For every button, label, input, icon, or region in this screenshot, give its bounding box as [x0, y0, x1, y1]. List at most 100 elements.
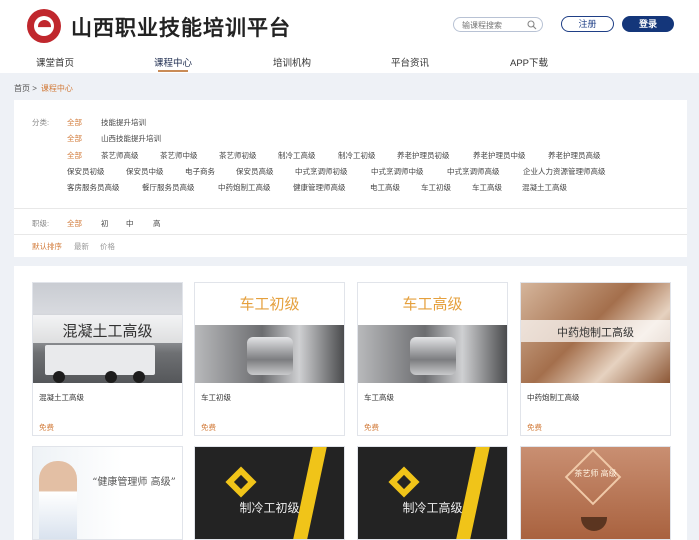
course-card[interactable]: 混凝土工高级 混凝土工高级 免费: [32, 282, 183, 436]
filter-panel: 分类: 全部 技能提升培训 全部 山西技能提升培训 全部 茶艺师高级 茶艺师中级…: [14, 100, 687, 257]
sort-newest[interactable]: 最新: [74, 241, 89, 252]
filter-option[interactable]: 茶艺师高级: [101, 150, 139, 161]
level-option[interactable]: 高: [153, 218, 161, 229]
nav-training-institutions[interactable]: 培训机构: [252, 55, 332, 69]
wheel-shape: [53, 371, 65, 383]
course-price: 免费: [39, 423, 54, 432]
doctor-image: [39, 461, 77, 539]
filter-option[interactable]: 中式烹调师高级: [447, 166, 500, 177]
filter-option[interactable]: 车工初级: [421, 182, 451, 193]
search-box[interactable]: [453, 17, 543, 32]
filter-option[interactable]: 企业人力资源管理师高级: [523, 166, 606, 177]
filter-option[interactable]: 全部: [67, 133, 82, 144]
nav-home[interactable]: 课堂首页: [15, 55, 95, 69]
filter-option[interactable]: 养老护理员高级: [548, 150, 601, 161]
decor-stripe: [456, 447, 490, 539]
filter-option[interactable]: 保安员初级: [67, 166, 105, 177]
filter-divider: [14, 234, 687, 235]
course-price: 免费: [527, 423, 542, 432]
filter-option[interactable]: 技能提升培训: [101, 117, 146, 128]
course-thumbnail[interactable]: 车工初级: [195, 283, 344, 383]
filter-option[interactable]: 茶艺师初级: [219, 150, 257, 161]
breadcrumb-current: 课程中心: [40, 84, 73, 93]
warning-diamond-icon: [225, 466, 257, 498]
filter-option[interactable]: 保安员高级: [236, 166, 274, 177]
breadcrumb: 首页 > 课程中心: [14, 83, 73, 94]
register-button[interactable]: 注册: [561, 16, 614, 32]
course-grid: 混凝土工高级 混凝土工高级 免费 车工初级 车工初级 免费 车工高级 车工高级 …: [14, 266, 687, 540]
filter-option[interactable]: 健康管理师高级: [293, 182, 346, 193]
filter-option[interactable]: 中式烹调师初级: [295, 166, 348, 177]
thumb-text: 混凝土工高级: [62, 323, 153, 340]
filter-option[interactable]: 保安员中级: [126, 166, 164, 177]
course-thumbnail[interactable]: 车工高级: [358, 283, 507, 383]
sort-default[interactable]: 默认排序: [32, 241, 62, 252]
nav-active-indicator: [158, 70, 188, 72]
category-label: 分类:: [32, 118, 50, 127]
thumb-text: 车工初级: [239, 296, 300, 313]
course-card[interactable]: 车工初级 车工初级 免费: [194, 282, 345, 436]
course-title[interactable]: 中药炮制工高级: [527, 392, 580, 403]
sort-price[interactable]: 价格: [100, 241, 115, 252]
course-price: 免费: [201, 423, 216, 432]
thumb-text: “健康管理师 高级”: [92, 477, 176, 488]
filter-option[interactable]: 制冷工初级: [338, 150, 376, 161]
site-title[interactable]: 山西职业技能培训平台: [71, 12, 291, 42]
level-option[interactable]: 中: [126, 218, 134, 229]
filter-option[interactable]: 山西技能提升培训: [101, 133, 161, 144]
filter-option[interactable]: 养老护理员中级: [473, 150, 526, 161]
wheel-shape: [105, 371, 117, 383]
site-logo[interactable]: [27, 9, 61, 43]
filter-option[interactable]: 车工高级: [472, 182, 502, 193]
level-option[interactable]: 初: [101, 218, 109, 229]
main-nav: 课堂首页 课程中心 培训机构 平台资讯 APP下载: [0, 55, 699, 73]
course-thumbnail[interactable]: 混凝土工高级: [33, 283, 182, 383]
thumb-text: 车工高级: [402, 296, 463, 313]
course-card[interactable]: 中药炮制工高级 中药炮制工高级 免费: [520, 282, 671, 436]
filter-option[interactable]: 电子商务: [185, 166, 215, 177]
course-thumbnail[interactable]: 制冷工初级: [195, 447, 344, 539]
course-title[interactable]: 混凝土工高级: [39, 392, 84, 403]
nav-course-center[interactable]: 课程中心: [133, 55, 213, 69]
filter-option[interactable]: 客房服务员高级: [67, 182, 120, 193]
course-thumbnail[interactable]: 中药炮制工高级: [521, 283, 670, 383]
level-option[interactable]: 全部: [67, 218, 82, 229]
course-card[interactable]: 茶艺师 高级: [520, 446, 671, 540]
course-price: 免费: [364, 423, 379, 432]
nav-app-download[interactable]: APP下载: [489, 55, 569, 69]
course-card[interactable]: 制冷工高级: [357, 446, 508, 540]
course-card[interactable]: “健康管理师 高级”: [32, 446, 183, 540]
course-thumbnail[interactable]: 制冷工高级: [358, 447, 507, 539]
course-thumbnail[interactable]: “健康管理师 高级”: [33, 447, 182, 539]
breadcrumb-home[interactable]: 首页 >: [14, 84, 37, 93]
nav-platform-news[interactable]: 平台资讯: [370, 55, 450, 69]
filter-option[interactable]: 养老护理员初级: [397, 150, 450, 161]
filter-option[interactable]: 全部: [67, 117, 82, 128]
filter-option[interactable]: 中式烹调师中级: [371, 166, 424, 177]
lathe-chuck-shape: [410, 337, 456, 375]
thumb-text: 中药炮制工高级: [557, 327, 634, 339]
thumb-text: 制冷工初级: [239, 501, 300, 515]
filter-option[interactable]: 中药炮制工高级: [218, 182, 271, 193]
thumb-text: 茶艺师 高级: [574, 469, 617, 478]
top-header: 山西职业技能培训平台 注册 登录 课堂首页 课程中心 培训机构 平台资讯 APP…: [0, 0, 699, 73]
thumb-text: 制冷工高级: [402, 501, 463, 515]
filter-option[interactable]: 茶艺师中级: [160, 150, 198, 161]
filter-option[interactable]: 全部: [67, 150, 82, 161]
level-label: 职级:: [32, 219, 50, 228]
filter-divider: [14, 208, 687, 209]
wheel-shape: [133, 371, 145, 383]
filter-option[interactable]: 制冷工高级: [278, 150, 316, 161]
warning-diamond-icon: [388, 466, 420, 498]
login-button[interactable]: 登录: [622, 16, 674, 32]
course-thumbnail[interactable]: 茶艺师 高级: [521, 447, 670, 539]
filter-option[interactable]: 餐厅服务员高级: [142, 182, 195, 193]
course-title[interactable]: 车工高级: [364, 392, 394, 403]
course-title[interactable]: 车工初级: [201, 392, 231, 403]
search-icon[interactable]: [527, 20, 537, 30]
search-input[interactable]: [462, 19, 526, 31]
filter-option[interactable]: 混凝土工高级: [522, 182, 567, 193]
filter-option[interactable]: 电工高级: [370, 182, 400, 193]
course-card[interactable]: 制冷工初级: [194, 446, 345, 540]
course-card[interactable]: 车工高级 车工高级 免费: [357, 282, 508, 436]
